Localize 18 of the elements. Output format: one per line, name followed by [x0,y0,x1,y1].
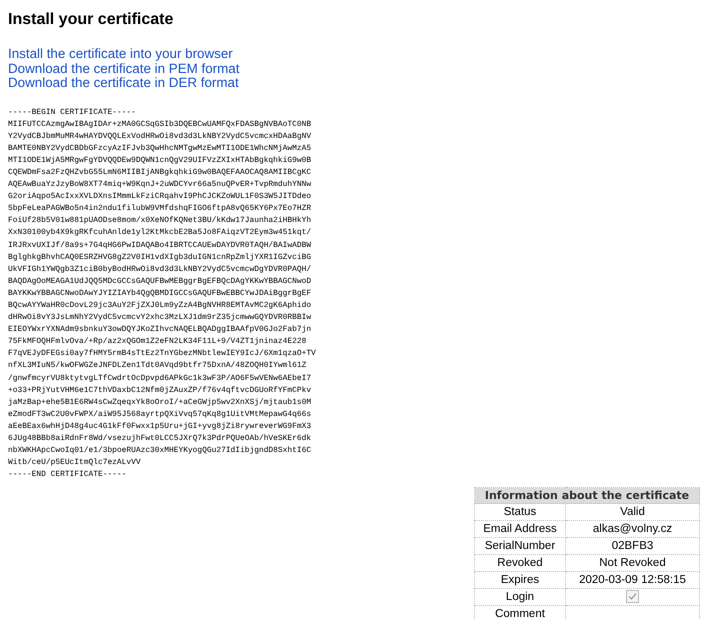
label-cell: Comment [474,606,566,619]
label-cell: Expires [474,572,566,589]
value-cell: Not Revoked [566,554,700,572]
download-link[interactable]: Install the certificate into your browser [8,47,233,62]
label-cell: Status [474,504,566,521]
download-link[interactable]: Download the certificate in DER format [8,76,239,90]
table-title: Information about the certificate [474,488,700,504]
value-cell: 2020-03-09 12:58:15 [566,572,700,589]
label-cell: SerialNumber [474,538,566,555]
page-heading: Install your certificate [8,10,174,29]
value-cell: 02BFB3 [566,538,700,555]
label-cell: Login [474,588,566,606]
value-cell: alkas@volny.cz [566,520,700,538]
value-cell: Valid [566,504,700,521]
download-link[interactable]: Download the certificate in PEM format [8,62,240,76]
label-cell: Revoked [474,554,566,572]
login-checkbox[interactable] [626,590,639,604]
label-cell: Email Address [474,520,566,538]
